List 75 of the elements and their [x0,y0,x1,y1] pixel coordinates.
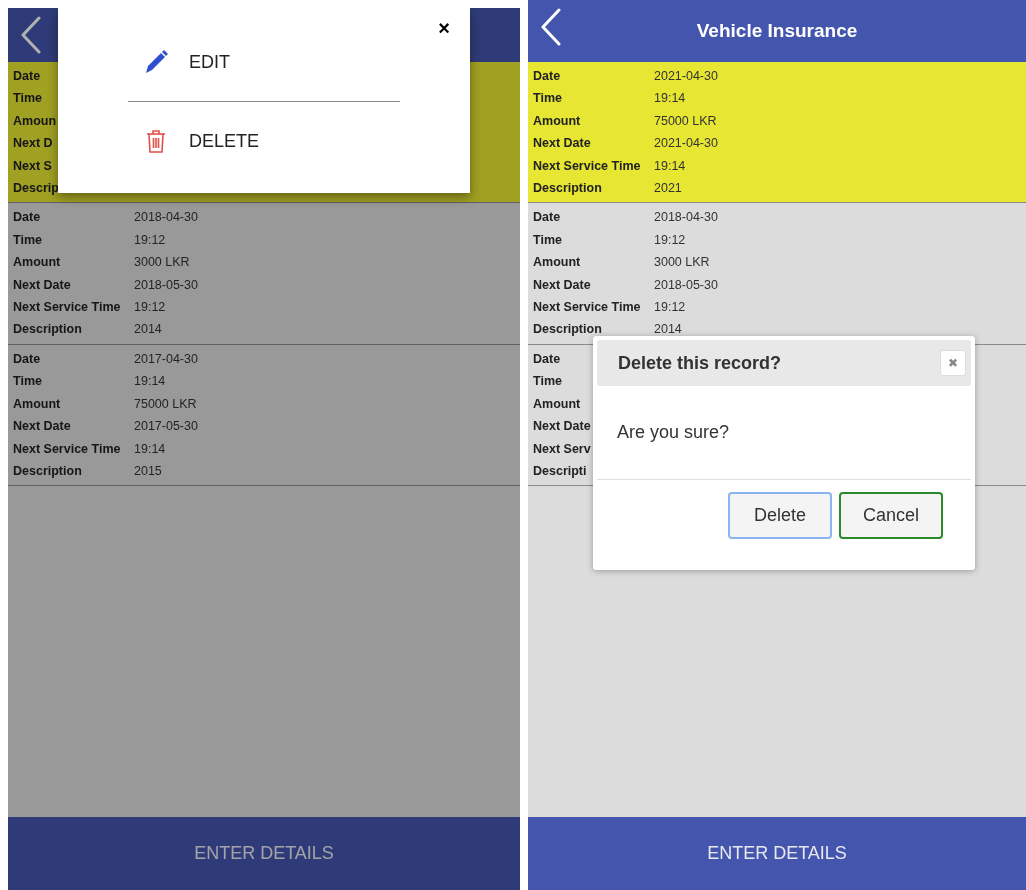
field-value: 19:14 [654,90,687,108]
field-value: 75000 LKR [134,395,198,413]
field-value: 2021-04-30 [654,135,719,153]
field-label: Time [533,373,562,391]
field-label: Next Service Time [13,440,121,458]
field-value: 19:12 [134,299,167,317]
field-label: Next D [13,135,53,153]
back-icon[interactable] [20,16,42,54]
field-value: 2015 [134,462,163,480]
field-value: 3000 LKR [134,254,191,272]
back-icon[interactable] [540,8,562,46]
enter-details-button[interactable]: ENTER DETAILS [8,817,520,890]
trash-icon [145,128,167,154]
field-label: Amoun [13,112,57,130]
field-label: Time [13,373,42,391]
field-label: Next Service Time [533,157,641,175]
field-label: Next S [13,157,52,175]
close-button[interactable]: ✖ [940,350,966,376]
field-value: 19:12 [654,299,687,317]
field-value: 2018-04-30 [654,209,719,227]
field-label: Date [533,209,561,227]
field-label: Date [13,209,41,227]
field-value: 2017-05-30 [134,418,199,436]
field-value: 2021 [654,180,683,198]
field-label: Next Serv [533,440,591,458]
dialog-button[interactable]: Cancel [839,492,943,539]
field-value: 2018-05-30 [654,276,719,294]
field-label: Date [13,350,41,368]
field-label: Amount [533,254,581,272]
dialog-button[interactable]: Delete [728,492,832,539]
field-value: 2014 [134,321,163,339]
field-label: Time [13,90,42,108]
field-label: Next Service Time [533,299,641,317]
field-label: Next Date [13,418,71,436]
field-value: 2021-04-30 [654,68,719,85]
field-label: Amount [533,395,581,413]
field-label: Next Date [533,276,591,294]
field-label: Amount [533,112,581,130]
dialog-message: Are you sure? [597,386,971,480]
field-label: Next Date [13,276,71,294]
field-label: Time [533,231,562,249]
enter-details-button[interactable]: ENTER DETAILS [528,817,1026,890]
header-title: Vehicle Insurance [696,18,858,43]
field-label: Next Date [533,418,591,436]
menu-item[interactable]: EDIT [143,23,230,101]
field-label: Date [533,68,561,85]
field-label: Descripti [533,462,587,480]
field-label: Time [13,231,42,249]
field-label: Descrip [13,180,59,198]
field-value: 75000 LKR [654,112,718,130]
field-value: 2017-04-30 [134,350,199,368]
field-label: Description [533,180,602,198]
field-value: 2018-05-30 [134,276,199,294]
field-value: 19:12 [654,231,687,249]
field-value: 19:14 [654,157,687,175]
field-label: Date [13,68,41,85]
field-label: Description [13,321,82,339]
menu-item[interactable]: DELETE [143,102,260,180]
field-value: 2014 [654,321,683,339]
field-value: 19:14 [134,373,167,391]
field-value: 19:14 [134,440,167,458]
dialog-title: Delete this record? [618,351,782,375]
pencil-icon [143,49,169,75]
field-label: Amount [13,254,61,272]
field-value: 19:12 [134,231,167,249]
field-value: 3000 LKR [654,254,711,272]
field-label: Date [533,350,561,368]
field-label: Next Service Time [13,299,121,317]
field-label: Description [13,462,82,480]
field-label: Amount [13,395,61,413]
close-button[interactable]: × [438,18,450,38]
field-value: 2018-04-30 [134,209,199,227]
field-label: Next Date [533,135,591,153]
field-label: Description [533,321,602,339]
field-label: Time [533,90,562,108]
